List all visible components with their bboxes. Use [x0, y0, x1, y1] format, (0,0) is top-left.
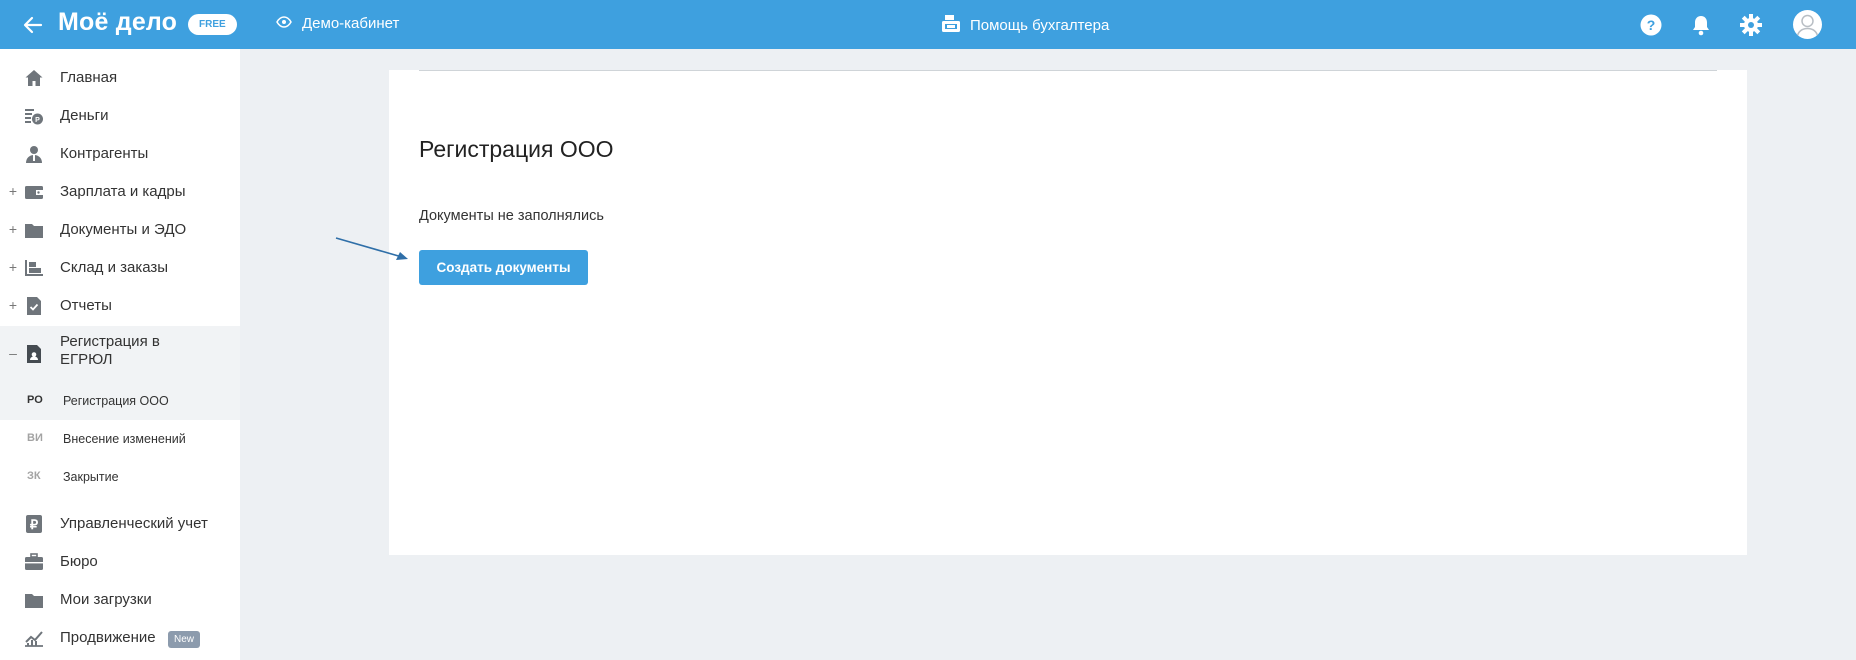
sidebar-item-reports[interactable]: + Отчеты: [0, 287, 240, 325]
sidebar-item-contractors[interactable]: Контрагенты: [0, 135, 240, 173]
expand-icon[interactable]: +: [8, 259, 18, 275]
sidebar-item-label: Контрагенты: [60, 145, 149, 162]
label-line-1: Регистрация в: [60, 333, 160, 350]
accountant-help-label: Помощь бухгалтера: [970, 16, 1110, 34]
contractor-icon: [24, 144, 44, 164]
sidebar-subitem-ooo-registration[interactable]: РО Регистрация ООО: [0, 382, 240, 420]
ruble-icon: ₽: [24, 514, 44, 534]
sidebar: Главная Р Деньги Контрагенты + Зарплата …: [0, 49, 240, 660]
home-icon: [24, 68, 44, 88]
demo-cabinet-label: Демо-кабинет: [302, 15, 400, 32]
sidebar-item-label: Деньги: [60, 107, 109, 124]
annotation-arrow-icon: [335, 237, 408, 260]
subitem-abbr: РО: [27, 394, 43, 406]
demo-cabinet-link[interactable]: Демо-кабинет: [276, 15, 399, 32]
gear-icon[interactable]: [1739, 13, 1763, 37]
page-title: Регистрация ООО: [419, 136, 614, 162]
expand-icon[interactable]: +: [8, 183, 18, 199]
svg-text:₽: ₽: [30, 517, 39, 532]
back-arrow-icon[interactable]: [21, 13, 45, 37]
sidebar-item-bureau[interactable]: Бюро: [0, 543, 240, 581]
documents-status-text: Документы не заполнялись: [419, 208, 604, 224]
bell-icon[interactable]: [1689, 13, 1713, 37]
sidebar-item-registration[interactable]: – Регистрация в ЕГРЮЛ: [0, 326, 240, 382]
sidebar-item-salary[interactable]: + Зарплата и кадры: [0, 173, 240, 211]
accountant-help-link[interactable]: Помощь бухгалтера: [941, 13, 1109, 37]
sidebar-item-documents[interactable]: + Документы и ЭДО: [0, 211, 240, 249]
warehouse-icon: [24, 258, 44, 278]
free-badge: FREE: [188, 14, 237, 35]
subitem-abbr: ЗК: [27, 470, 41, 482]
sidebar-item-management-accounting[interactable]: ₽ Управленческий учет: [0, 505, 240, 543]
expand-icon[interactable]: +: [8, 221, 18, 237]
main-card: Регистрация ООО Документы не заполнялись…: [389, 70, 1747, 555]
svg-text:?: ?: [1647, 17, 1656, 33]
sidebar-item-label: Зарплата и кадры: [60, 183, 186, 200]
label-line-2: ЕГРЮЛ: [60, 351, 113, 368]
create-documents-button[interactable]: Создать документы: [419, 250, 588, 285]
sidebar-item-money[interactable]: Р Деньги: [0, 97, 240, 135]
money-icon: Р: [24, 106, 44, 126]
sidebar-item-label: Управленческий учет: [60, 515, 208, 532]
sidebar-item-label: Продвижение: [60, 629, 156, 646]
sidebar-item-label: Документы и ЭДО: [60, 221, 187, 238]
logo[interactable]: Моё дело: [58, 8, 177, 37]
sidebar-item-label: Мои загрузки: [60, 591, 152, 608]
cash-register-icon: [941, 13, 961, 37]
collapse-icon[interactable]: –: [8, 345, 18, 361]
sidebar-subitem-closing[interactable]: ЗК Закрытие: [0, 458, 240, 496]
folder-icon: [24, 220, 44, 240]
wallet-icon: [24, 182, 44, 202]
top-bar: Моё дело FREE Демо-кабинет Помощь бухгал…: [0, 0, 1856, 49]
sidebar-item-label: Склад и заказы: [60, 259, 169, 276]
sidebar-item-promotion[interactable]: Продвижение New: [0, 619, 240, 657]
sidebar-item-home[interactable]: Главная: [0, 59, 240, 97]
sidebar-item-label: Регистрация в ЕГРЮЛ: [60, 333, 160, 369]
report-icon: [24, 296, 44, 316]
promotion-icon: [24, 628, 44, 648]
svg-text:Р: Р: [35, 117, 40, 124]
subitem-label: Закрытие: [63, 470, 119, 484]
help-icon[interactable]: ?: [1639, 13, 1663, 37]
sidebar-item-warehouse[interactable]: + Склад и заказы: [0, 249, 240, 287]
sidebar-item-label: Главная: [60, 69, 118, 86]
registration-icon: [24, 344, 44, 364]
briefcase-icon: [24, 552, 44, 572]
sidebar-subitem-changes[interactable]: ВИ Внесение изменений: [0, 420, 240, 458]
divider: [419, 70, 1717, 71]
subitem-abbr: ВИ: [27, 432, 43, 444]
new-badge: New: [168, 631, 201, 648]
avatar-icon[interactable]: [1793, 10, 1822, 39]
expand-icon[interactable]: +: [8, 297, 18, 313]
subitem-label: Регистрация ООО: [63, 394, 169, 408]
sidebar-item-label: Отчеты: [60, 297, 112, 314]
downloads-folder-icon: [24, 590, 44, 610]
subitem-label: Внесение изменений: [63, 432, 186, 446]
sidebar-item-my-downloads[interactable]: Мои загрузки: [0, 581, 240, 619]
eye-icon: [276, 15, 292, 32]
sidebar-item-label: Бюро: [60, 553, 98, 570]
